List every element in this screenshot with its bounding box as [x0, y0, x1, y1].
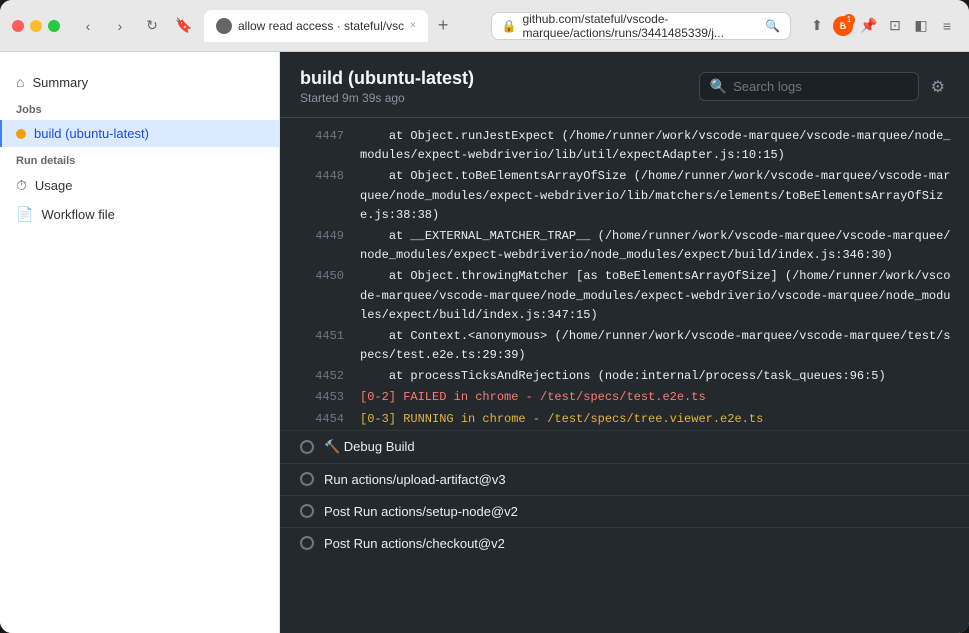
step-circle-icon — [300, 536, 314, 550]
maximize-button[interactable] — [48, 20, 60, 32]
settings-button[interactable]: ⚙ — [927, 73, 949, 101]
log-text: at Object.runJestExpect (/home/runner/wo… — [360, 127, 953, 165]
main-panel: build (ubuntu-latest) Started 9m 39s ago… — [280, 52, 969, 633]
tab-favicon — [216, 18, 232, 34]
pin-icon[interactable]: 📌 — [859, 16, 879, 36]
sidebar-item-summary[interactable]: ⌂ Summary — [0, 68, 279, 96]
step-label: Post Run actions/checkout@v2 — [324, 536, 505, 551]
log-line: 4453 [0-2] FAILED in chrome - /test/specs… — [280, 387, 969, 408]
address-bar[interactable]: 🔒 github.com/stateful/vscode-marquee/act… — [491, 12, 792, 40]
titlebar: ‹ › ↻ 🔖 allow read access · stateful/vsc… — [0, 0, 969, 52]
reload-button[interactable]: ↻ — [140, 14, 164, 38]
log-text: at processTicksAndRejections (node:inter… — [360, 367, 953, 386]
log-line: 4452 at processTicksAndRejections (node:… — [280, 366, 969, 387]
log-text: at __EXTERNAL_MATCHER_TRAP__ (/home/runn… — [360, 227, 953, 265]
sidebar-item-build-job[interactable]: build (ubuntu-latest) — [0, 120, 279, 147]
log-line: 4454 [0-3] RUNNING in chrome - /test/spec… — [280, 409, 969, 430]
browser-window: ‹ › ↻ 🔖 allow read access · stateful/vsc… — [0, 0, 969, 633]
search-icon: 🔍 — [765, 19, 780, 33]
search-input[interactable] — [733, 79, 909, 94]
home-icon: ⌂ — [16, 74, 24, 90]
log-text: [0-3] RUNNING in chrome - /test/specs/tr… — [360, 410, 953, 429]
lock-icon: 🔒 — [502, 19, 517, 33]
line-number: 4450 — [296, 267, 344, 286]
usage-label: Usage — [35, 178, 73, 193]
step-label: Post Run actions/setup-node@v2 — [324, 504, 518, 519]
step-item[interactable]: Post Run actions/setup-node@v2 — [280, 495, 969, 527]
tab-bar: allow read access · stateful/vsc × + — [204, 10, 483, 42]
panel-header: build (ubuntu-latest) Started 9m 39s ago… — [280, 52, 969, 118]
workflow-file-label: Workflow file — [41, 207, 114, 222]
toolbar-icons: ⬆ B 1 📌 ⊡ ◧ ≡ — [807, 16, 957, 36]
line-number: 4453 — [296, 388, 344, 407]
step-label: 🔨 Debug Build — [324, 439, 415, 455]
log-text: at Object.toBeElementsArrayOfSize (/home… — [360, 167, 953, 225]
new-tab-button[interactable]: + — [432, 15, 455, 36]
bookmarks-button[interactable]: 🔖 — [172, 14, 196, 38]
build-title: build (ubuntu-latest) — [300, 68, 474, 89]
log-line: 4450 at Object.throwingMatcher [as toBeE… — [280, 266, 969, 326]
main-content: ⌂ Summary Jobs build (ubuntu-latest) Run… — [0, 52, 969, 633]
tab-close-button[interactable]: × — [410, 20, 416, 31]
line-number: 4451 — [296, 327, 344, 346]
back-button[interactable]: ‹ — [76, 14, 100, 38]
minimize-button[interactable] — [30, 20, 42, 32]
line-number: 4454 — [296, 410, 344, 429]
log-line: 4451 at Context.<anonymous> (/home/runne… — [280, 326, 969, 366]
search-magnifier-icon: 🔍 — [710, 78, 727, 95]
close-button[interactable] — [12, 20, 24, 32]
run-details-section-title: Run details — [0, 147, 279, 171]
sidebar-item-usage[interactable]: ⏱ Usage — [0, 171, 279, 200]
active-tab[interactable]: allow read access · stateful/vsc × — [204, 10, 428, 42]
log-line: 4447 at Object.runJestExpect (/home/runn… — [280, 126, 969, 166]
step-circle-icon — [300, 504, 314, 518]
reading-list-icon[interactable]: ⊡ — [885, 16, 905, 36]
jobs-section-title: Jobs — [0, 96, 279, 120]
step-circle-icon — [300, 472, 314, 486]
step-item[interactable]: 🔨 Debug Build — [280, 430, 969, 463]
log-line: 4449 at __EXTERNAL_MATCHER_TRAP__ (/home… — [280, 226, 969, 266]
line-number: 4452 — [296, 367, 344, 386]
build-job-label: build (ubuntu-latest) — [34, 126, 149, 141]
clock-icon: ⏱ — [16, 177, 27, 194]
brave-icon[interactable]: B 1 — [833, 16, 853, 36]
tab-title: allow read access · stateful/vsc — [238, 19, 404, 33]
job-status-dot — [16, 129, 26, 139]
log-text: at Context.<anonymous> (/home/runner/wor… — [360, 327, 953, 365]
log-line: 4448 at Object.toBeElementsArrayOfSize (… — [280, 166, 969, 226]
line-number: 4448 — [296, 167, 344, 186]
file-icon: 📄 — [16, 206, 33, 223]
step-item[interactable]: Run actions/upload-artifact@v3 — [280, 463, 969, 495]
search-box[interactable]: 🔍 — [699, 72, 919, 101]
build-subtitle: Started 9m 39s ago — [300, 91, 474, 105]
log-text: at Object.throwingMatcher [as toBeElemen… — [360, 267, 953, 325]
step-item[interactable]: Post Run actions/checkout@v2 — [280, 527, 969, 559]
share-icon[interactable]: ⬆ — [807, 16, 827, 36]
line-number: 4447 — [296, 127, 344, 146]
log-content[interactable]: 4447 at Object.runJestExpect (/home/runn… — [280, 118, 969, 633]
step-circle-icon — [300, 440, 314, 454]
menu-icon[interactable]: ≡ — [937, 16, 957, 36]
sidebar: ⌂ Summary Jobs build (ubuntu-latest) Run… — [0, 52, 280, 633]
traffic-lights — [12, 20, 60, 32]
build-info: build (ubuntu-latest) Started 9m 39s ago — [300, 68, 474, 105]
sidebar-item-workflow-file[interactable]: 📄 Workflow file — [0, 200, 279, 229]
url-text: github.com/stateful/vscode-marquee/actio… — [522, 12, 759, 40]
step-label: Run actions/upload-artifact@v3 — [324, 472, 506, 487]
forward-button[interactable]: › — [108, 14, 132, 38]
line-number: 4449 — [296, 227, 344, 246]
wallet-icon[interactable]: ◧ — [911, 16, 931, 36]
log-text: [0-2] FAILED in chrome - /test/specs/tes… — [360, 388, 953, 407]
summary-label: Summary — [32, 75, 88, 90]
